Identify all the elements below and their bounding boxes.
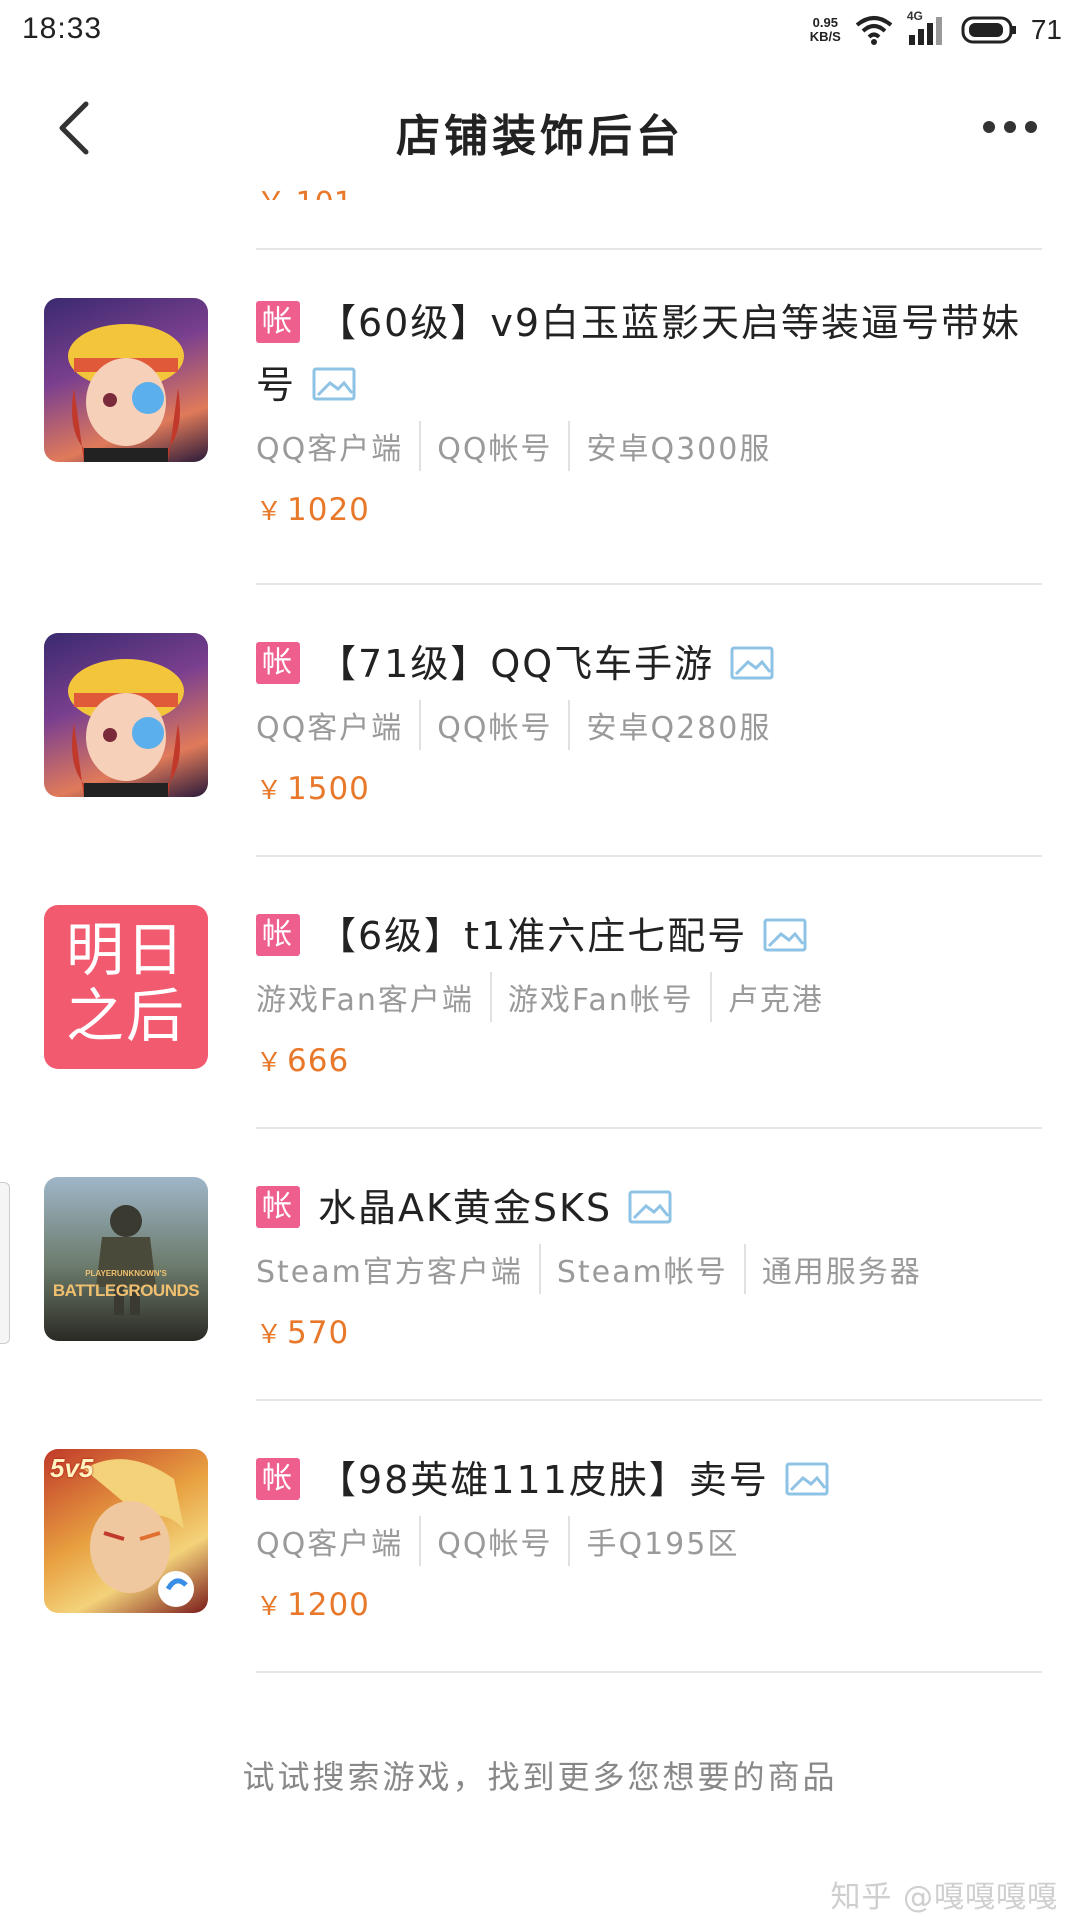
account-tag: 帐 — [256, 913, 300, 956]
currency-symbol: ￥ — [256, 776, 284, 806]
account-tag: 帐 — [256, 300, 300, 343]
divider — [256, 583, 1042, 585]
meta-client: QQ客户端 — [256, 1527, 404, 1562]
honor-of-kings-icon: 5v5 — [44, 1449, 208, 1613]
app-icon-text: 明日 之后 — [44, 917, 208, 1049]
item-title: 帐【6级】t1准六庄七配号 — [256, 905, 1046, 967]
divider — [256, 248, 1042, 250]
page-title: 店铺装饰后台 — [396, 111, 684, 162]
image-icon — [785, 1462, 829, 1495]
account-tag: 帐 — [256, 1457, 300, 1500]
image-icon — [730, 646, 774, 679]
net-speed-value: 0.95 — [812, 15, 838, 30]
mingri-zhihou-icon: 明日 之后 — [44, 905, 208, 1069]
divider — [256, 1671, 1042, 1673]
meta-separator — [743, 1244, 746, 1294]
account-tag: 帐 — [256, 1185, 300, 1228]
meta-server: 安卓Q280服 — [586, 711, 772, 746]
net-speed: 0.95 KB/S — [810, 16, 841, 44]
item-meta: 游戏Fan客户端 游戏Fan帐号 卢克港 — [256, 969, 1046, 1025]
meta-account-type: QQ帐号 — [437, 711, 553, 746]
meta-separator — [538, 1244, 541, 1294]
more-options-icon[interactable] — [980, 114, 1040, 140]
image-icon — [763, 918, 807, 951]
partial-price: ￥ 101 — [256, 178, 353, 200]
pubg-logo-text: BATTLEGROUNDS — [52, 1281, 200, 1300]
meta-separator — [568, 421, 571, 471]
meta-account-type: Steam帐号 — [556, 1255, 728, 1290]
app-icon-text-line2: 之后 — [65, 982, 186, 1050]
item-title: 帐水晶AK黄金SKS — [256, 1177, 1046, 1239]
price-value: 666 — [287, 1043, 350, 1079]
app-icon-text-line1: 明日 — [65, 916, 186, 984]
meta-separator — [419, 700, 422, 750]
status-bar: 18:33 0.95 KB/S 4G 71 — [0, 0, 1080, 62]
divider — [256, 1127, 1042, 1129]
item-title: 帐【60级】v9白玉蓝影天启等装逼号带妹号 — [256, 292, 1046, 416]
meta-separator — [568, 700, 571, 750]
item-price: ￥ 1500 — [256, 767, 1046, 811]
currency-symbol: ￥ — [256, 1320, 284, 1350]
app-header: 店铺装饰后台 — [0, 62, 1080, 192]
meta-server: 安卓Q300服 — [586, 432, 772, 467]
item-meta: Steam官方客户端 Steam帐号 通用服务器 — [256, 1241, 1046, 1297]
image-icon — [312, 367, 356, 400]
item-meta: QQ客户端 QQ帐号 手Q195区 — [256, 1513, 1046, 1569]
meta-account-type: QQ帐号 — [437, 432, 553, 467]
price-value: 1200 — [287, 1587, 370, 1623]
battery-level: 71 — [1030, 14, 1062, 45]
account-tag: 帐 — [256, 641, 300, 684]
item-meta: QQ客户端 QQ帐号 安卓Q280服 — [256, 697, 1046, 753]
item-title-text: 【60级】v9白玉蓝影天启等装逼号带妹号 — [256, 301, 1022, 407]
pubg-battlegrounds-icon: PLAYERUNKNOWN'S BATTLEGROUNDS — [44, 1177, 208, 1341]
meta-server: 手Q195区 — [586, 1527, 740, 1562]
item-title: 帐【71级】QQ飞车手游 — [256, 633, 1046, 695]
status-right: 0.95 KB/S 4G 71 — [810, 9, 1062, 50]
signal-icon: 4G — [907, 9, 947, 47]
image-icon — [628, 1190, 672, 1223]
qq-speed-girl-icon — [44, 298, 208, 462]
side-drawer-handle[interactable] — [0, 1182, 10, 1344]
meta-account-type: 游戏Fan帐号 — [507, 983, 694, 1018]
item-title: 帐【98英雄111皮肤】卖号 — [256, 1449, 1046, 1511]
item-title-text: 【6级】t1准六庄七配号 — [318, 914, 748, 958]
search-hint-link[interactable]: 试试搜索游戏，找到更多您想要的商品 — [0, 1752, 1080, 1798]
item-meta: QQ客户端 QQ帐号 安卓Q300服 — [256, 418, 1046, 474]
status-time: 18:33 — [22, 12, 103, 45]
meta-client: QQ客户端 — [256, 711, 404, 746]
meta-separator — [709, 972, 712, 1022]
qq-speed-girl-icon — [44, 633, 208, 797]
battery-icon — [961, 16, 1016, 44]
price-value: 1020 — [287, 492, 370, 528]
meta-server: 卢克港 — [727, 983, 824, 1018]
pubg-subtitle-text: PLAYERUNKNOWN'S — [85, 1269, 167, 1278]
item-price: ￥ 1200 — [256, 1583, 1046, 1627]
meta-separator — [568, 1516, 571, 1566]
item-price: ￥ 1020 — [256, 488, 1046, 532]
meta-separator — [419, 421, 422, 471]
net-speed-unit: KB/S — [809, 29, 841, 44]
item-title-text: 水晶AK黄金SKS — [318, 1186, 613, 1230]
item-price: ￥ 666 — [256, 1039, 1046, 1083]
meta-client: 游戏Fan客户端 — [256, 983, 474, 1018]
wifi-icon — [855, 16, 893, 45]
watermark: 知乎 @嘎嘎嘎嘎 — [830, 1880, 1058, 1915]
item-price: ￥ 570 — [256, 1311, 1046, 1355]
currency-symbol: ￥ — [256, 1592, 284, 1622]
item-title-text: 【98英雄111皮肤】卖号 — [318, 1458, 769, 1502]
item-title-text: 【71级】QQ飞车手游 — [318, 642, 715, 686]
meta-client: QQ客户端 — [256, 432, 404, 467]
meta-separator — [419, 1516, 422, 1566]
divider — [256, 855, 1042, 857]
meta-server: 通用服务器 — [761, 1255, 922, 1290]
price-value: 1500 — [287, 771, 370, 807]
meta-account-type: QQ帐号 — [437, 1527, 553, 1562]
currency-symbol: ￥ — [256, 1048, 284, 1078]
currency-symbol: ￥ — [256, 497, 284, 527]
divider — [256, 1399, 1042, 1401]
meta-separator — [489, 972, 492, 1022]
5v5-badge: 5v5 — [50, 1453, 94, 1483]
meta-client: Steam官方客户端 — [256, 1255, 523, 1290]
price-value: 570 — [287, 1315, 350, 1351]
